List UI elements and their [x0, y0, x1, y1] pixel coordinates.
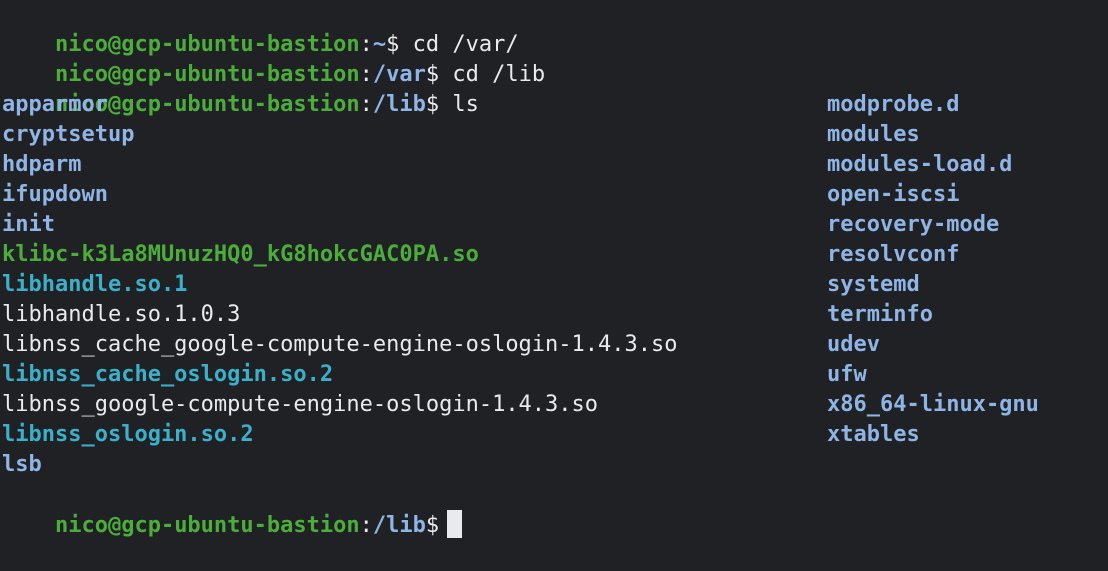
- ls-entry-directory: modprobe.d: [827, 92, 960, 117]
- ls-entry-directory: ufw: [827, 362, 867, 387]
- ls-entry-file: libnss_google-compute-engine-oslogin-1.4…: [2, 392, 599, 417]
- ls-entry-directory: init: [2, 212, 55, 237]
- ls-entry-directory: x86_64-linux-gnu: [827, 392, 1039, 417]
- ls-entry-file: libnss_cache_google-compute-engine-oslog…: [2, 332, 678, 357]
- ls-entry-symlink: libnss_cache_oslogin.so.2: [2, 362, 334, 387]
- ls-entry-directory: cryptsetup: [2, 122, 135, 147]
- ls-entry-directory: apparmor: [2, 92, 108, 117]
- ls-entry-symlink: libhandle.so.1: [2, 272, 188, 297]
- prompt-dollar: $: [425, 92, 453, 117]
- ls-entry-executable: klibc-k3La8MUnuzHQ0_kG8hokcGAC0PA.so: [2, 242, 479, 267]
- prompt-line-active[interactable]: nico@gcp-ubuntu-bastion:/lib$: [2, 480, 463, 538]
- ls-entry-symlink: libnss_oslogin.so.2: [2, 422, 254, 447]
- prompt-line: nico@gcp-ubuntu-bastion:~$ cd /var/: [2, 0, 519, 57]
- ls-entry-directory: xtables: [827, 422, 920, 447]
- ls-entry-directory: modules: [827, 122, 920, 147]
- text-cursor: [447, 510, 463, 538]
- ls-entry-directory: udev: [827, 332, 880, 357]
- ls-entry-directory: resolvconf: [827, 242, 960, 267]
- ls-entry-directory: recovery-mode: [827, 212, 1000, 237]
- ls-entry-directory: ifupdown: [2, 182, 108, 207]
- prompt-path: /lib: [372, 92, 426, 117]
- prompt-colon: :: [359, 92, 373, 117]
- ls-entry-directory: terminfo: [827, 302, 933, 327]
- ls-entry-directory: lsb: [2, 452, 42, 477]
- prompt-line: nico@gcp-ubuntu-bastion:/var$ cd /lib: [2, 30, 545, 87]
- prompt-command: ls: [452, 92, 479, 117]
- ls-entry-directory: modules-load.d: [827, 152, 1013, 177]
- ls-entry-directory: hdparm: [2, 152, 82, 177]
- prompt-line: nico@gcp-ubuntu-bastion:/lib$ ls: [2, 60, 479, 117]
- terminal-window[interactable]: nico@gcp-ubuntu-bastion:~$ cd /var/ nico…: [0, 0, 1108, 538]
- ls-entry-directory: systemd: [827, 272, 920, 297]
- ls-entry-file: libhandle.so.1.0.3: [2, 302, 241, 327]
- ls-entry-directory: open-iscsi: [827, 182, 960, 207]
